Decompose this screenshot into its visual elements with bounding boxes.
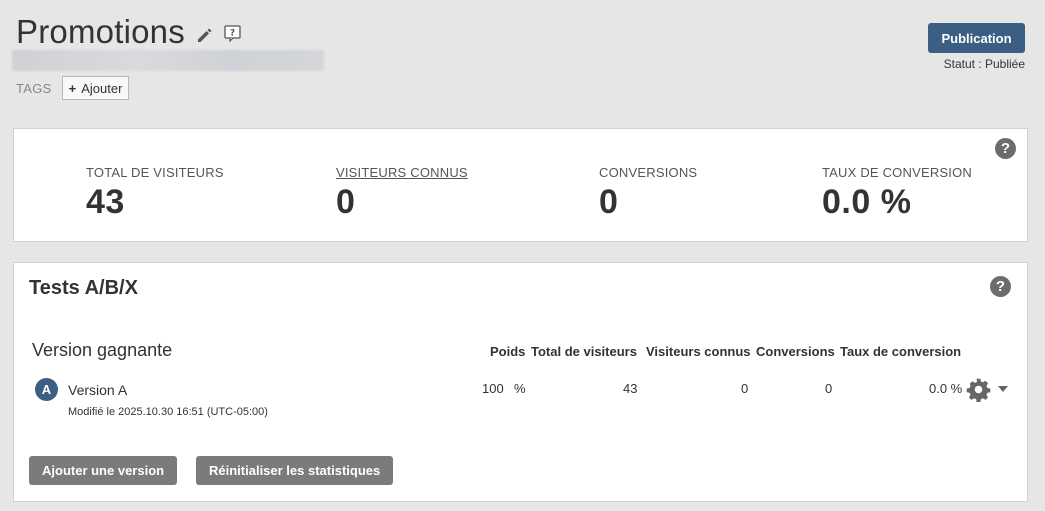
stat-value: 43	[86, 183, 125, 221]
reset-stats-button[interactable]: Réinitialiser les statistiques	[196, 456, 394, 485]
ab-test-card: Tests A/B/X ? Version gagnante Poids Tot…	[13, 262, 1028, 502]
blurred-subtitle	[12, 50, 324, 71]
question-icon[interactable]: ?	[990, 276, 1011, 297]
version-name[interactable]: Version A	[68, 382, 127, 398]
add-version-button[interactable]: Ajouter une version	[29, 456, 178, 485]
gear-icon[interactable]	[966, 377, 991, 402]
stat-known-visitors: VISITEURS CONNUS 0	[336, 165, 468, 222]
stat-label: TAUX DE CONVERSION	[822, 165, 972, 180]
winner-label: Version gagnante	[32, 340, 173, 360]
page-header: Promotions ? TAGS + Ajouter	[12, 12, 324, 100]
column-header-known-visitors: Visiteurs connus	[646, 344, 751, 359]
stat-label: TOTAL DE VISITEURS	[86, 165, 224, 180]
stat-conversion-rate: TAUX DE CONVERSION 0.0 %	[822, 165, 972, 222]
total-visitors-value: 43	[623, 381, 638, 396]
stat-conversions: CONVERSIONS 0	[599, 165, 697, 222]
column-header-conversion-rate: Taux de conversion	[840, 344, 962, 359]
publish-button[interactable]: Publication	[928, 23, 1025, 53]
plus-icon: +	[68, 80, 77, 96]
column-header-weight: Poids	[490, 344, 526, 359]
pencil-icon[interactable]	[196, 26, 214, 44]
column-header-total-visitors: Total de visiteurs	[531, 344, 637, 359]
known-visitors-link[interactable]: VISITEURS CONNUS	[336, 165, 468, 180]
publish-area: Publication Statut : Publiée	[928, 23, 1025, 71]
version-badge: A	[35, 378, 58, 401]
question-icon[interactable]: ?	[995, 138, 1016, 159]
stat-value: 0	[336, 183, 356, 221]
weight-value: 100	[482, 381, 504, 396]
conversion-rate-value: 0.0 %	[929, 381, 963, 396]
stat-label: CONVERSIONS	[599, 165, 698, 180]
help-icon[interactable]: ?	[224, 24, 241, 42]
stat-total-visitors: TOTAL DE VISITEURS 43	[86, 165, 224, 222]
tags-row: TAGS + Ajouter	[16, 76, 130, 100]
modified-timestamp: Modifié le 2025.10.30 16:51 (UTC-05:00)	[68, 406, 268, 418]
known-visitors-value: 0	[741, 381, 749, 396]
ab-title: Tests A/B/X	[29, 277, 138, 299]
add-tag-button[interactable]: + Ajouter	[61, 76, 130, 100]
weight-unit: %	[514, 381, 526, 396]
column-header-conversions: Conversions	[756, 344, 835, 359]
status-text: Statut : Publiée	[943, 57, 1025, 71]
page-title: Promotions	[16, 13, 185, 50]
tags-label: TAGS	[16, 80, 52, 96]
stat-value: 0	[599, 183, 619, 221]
stats-card: TOTAL DE VISITEURS 43 VISITEURS CONNUS 0…	[13, 128, 1028, 242]
stat-value: 0.0 %	[822, 183, 912, 221]
chevron-down-icon[interactable]	[998, 386, 1008, 392]
svg-text:?: ?	[230, 28, 235, 38]
add-tag-label: Ajouter	[81, 80, 123, 96]
conversions-value: 0	[825, 381, 833, 396]
